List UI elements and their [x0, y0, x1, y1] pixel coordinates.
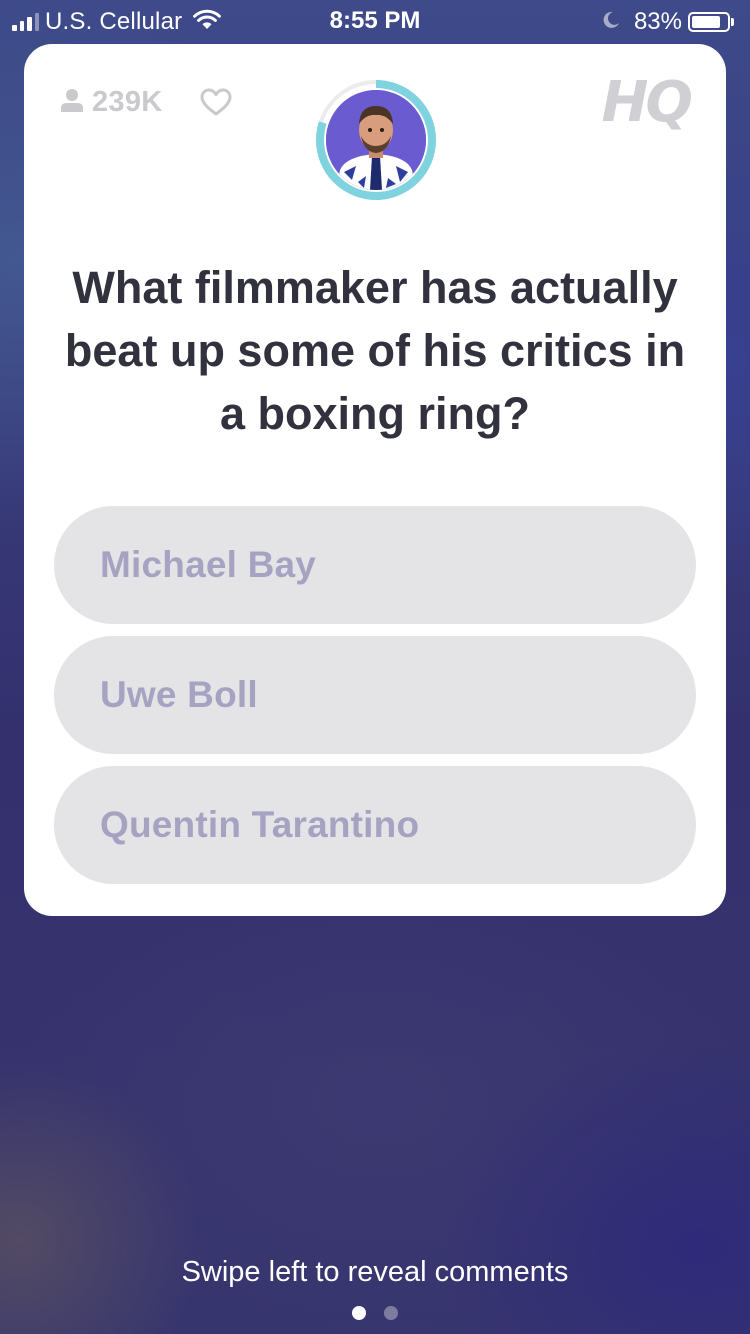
answer-option-3[interactable]: Quentin Tarantino — [54, 766, 696, 884]
answer-option-2[interactable]: Uwe Boll — [54, 636, 696, 754]
hq-logo: HQ — [601, 70, 694, 135]
page-dot[interactable] — [384, 1306, 398, 1320]
swipe-hint: Swipe left to reveal comments — [181, 1256, 569, 1288]
viewer-count-group: 239K — [60, 86, 163, 119]
battery-tip — [731, 18, 734, 26]
heart-icon[interactable] — [200, 88, 232, 121]
host-avatar — [326, 90, 426, 190]
viewer-count: 239K — [92, 86, 163, 118]
person-icon — [60, 88, 84, 117]
answer-option-1[interactable]: Michael Bay — [54, 506, 696, 624]
question-card: 239K HQ What filmmaker has actually beat… — [24, 44, 726, 916]
page-dot[interactable] — [352, 1306, 366, 1320]
page-indicator[interactable] — [0, 1306, 750, 1320]
moon-icon — [602, 11, 620, 34]
question-text: What filmmaker has actually beat up some… — [64, 262, 686, 439]
status-bar: U.S. Cellular 8:55 PM 83% — [0, 0, 750, 40]
battery-icon — [688, 12, 730, 32]
status-right: 83% — [602, 8, 734, 36]
battery-percent: 83% — [633, 8, 682, 35]
countdown-timer — [314, 78, 438, 202]
battery-fill — [692, 16, 720, 28]
